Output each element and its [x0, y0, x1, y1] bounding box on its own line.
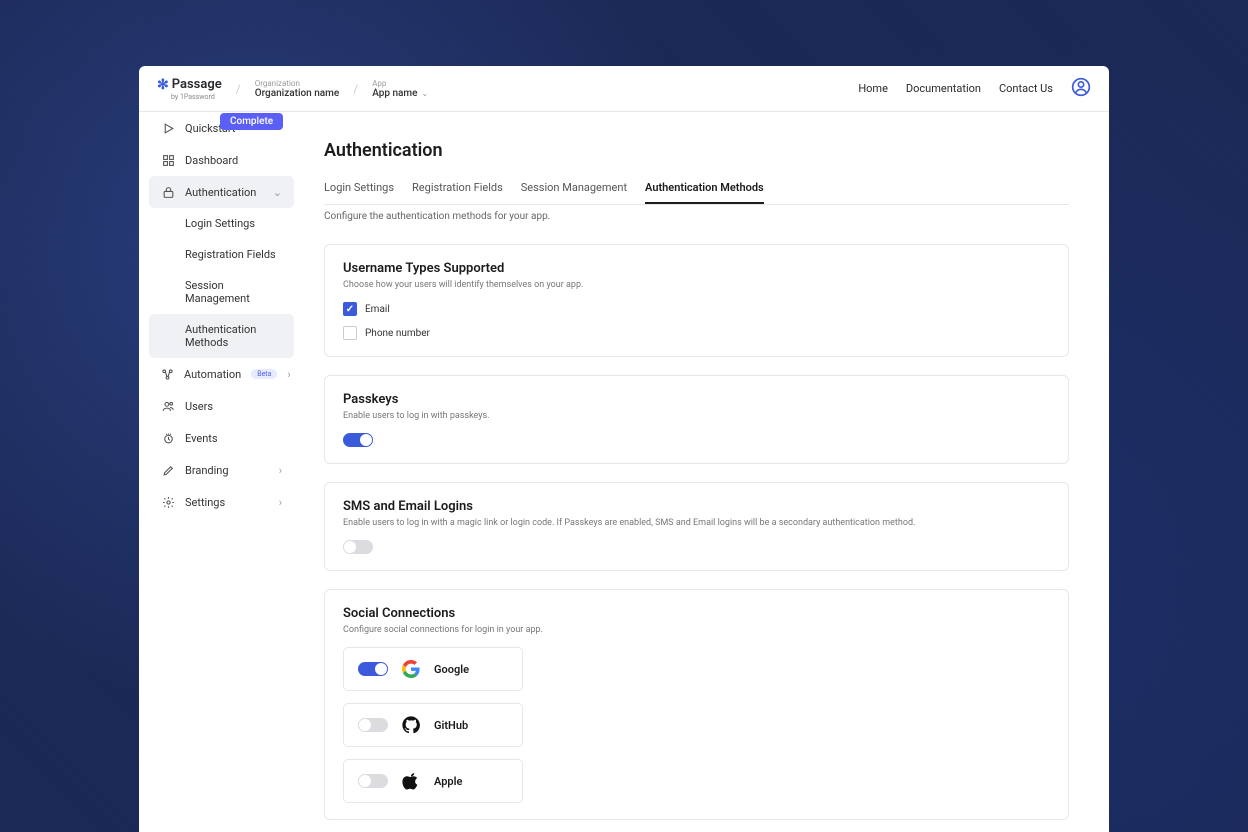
card-username-types: Username Types Supported Choose how your… [324, 244, 1069, 357]
social-row-apple[interactable]: Apple [343, 759, 523, 803]
automation-icon [161, 367, 174, 381]
topbar-right: Home Documentation Contact Us [858, 77, 1091, 101]
sidebar-sub-authentication-methods[interactable]: Authentication Methods [149, 314, 294, 358]
sidebar-label: Automation [184, 368, 241, 381]
org-label: Organization [255, 79, 340, 88]
card-passkeys: Passkeys Enable users to log in with pas… [324, 375, 1069, 464]
sidebar-item-settings[interactable]: Settings › [149, 486, 294, 518]
chevron-right-icon: › [287, 368, 290, 381]
google-icon [402, 660, 420, 678]
tab-registration-fields[interactable]: Registration Fields [412, 181, 503, 204]
toggle-google[interactable] [358, 662, 388, 676]
social-label-apple: Apple [434, 775, 462, 788]
social-row-github[interactable]: GitHub [343, 703, 523, 747]
checkbox-email[interactable] [343, 302, 357, 316]
card-title: SMS and Email Logins [343, 499, 1050, 514]
nav-docs[interactable]: Documentation [906, 82, 981, 95]
card-title: Username Types Supported [343, 261, 1050, 276]
main-content: Authentication Login Settings Registrati… [304, 112, 1109, 832]
breadcrumb-org[interactable]: Organization Organization name [255, 79, 340, 99]
logo-mark-icon: ✻ [157, 77, 169, 93]
check-label-email: Email [365, 304, 390, 315]
brand-name: Passage [172, 77, 222, 92]
sidebar: Quickstart Dashboard Authentication ⌄ Lo… [139, 112, 304, 832]
breadcrumb-separator: / [353, 82, 358, 96]
app-body: Quickstart Dashboard Authentication ⌄ Lo… [139, 112, 1109, 832]
nav-home[interactable]: Home [858, 82, 888, 95]
sidebar-label: Authentication [185, 186, 256, 199]
card-desc: Configure social connections for login i… [343, 625, 1050, 635]
apple-icon [402, 772, 420, 790]
status-badge-complete: Complete [220, 113, 283, 130]
clock-icon [161, 431, 175, 445]
card-sms-email: SMS and Email Logins Enable users to log… [324, 482, 1069, 571]
tab-login-settings[interactable]: Login Settings [324, 181, 394, 204]
check-row-email: Email [343, 302, 1050, 316]
social-label-github: GitHub [434, 719, 468, 732]
card-desc: Enable users to log in with a magic link… [343, 518, 1050, 528]
brush-icon [161, 463, 175, 477]
toggle-apple[interactable] [358, 774, 388, 788]
sidebar-sub-registration-fields[interactable]: Registration Fields [149, 239, 294, 270]
social-row-google[interactable]: Google [343, 647, 523, 691]
sidebar-subitems-auth: Login Settings Registration Fields Sessi… [149, 208, 294, 358]
sidebar-label: Settings [185, 496, 225, 509]
breadcrumb-separator: / [236, 82, 241, 96]
sidebar-label: Branding [185, 464, 229, 477]
page-title: Authentication [324, 140, 1069, 161]
card-social: Social Connections Configure social conn… [324, 589, 1069, 820]
check-label-phone: Phone number [365, 328, 430, 339]
app-value: App name [372, 88, 417, 99]
chevron-right-icon: › [279, 496, 282, 509]
toggle-github[interactable] [358, 718, 388, 732]
chevron-down-icon: ⌄ [273, 186, 282, 199]
sidebar-sub-login-settings[interactable]: Login Settings [149, 208, 294, 239]
chevron-down-icon: ⌄ [422, 89, 429, 98]
play-icon [161, 121, 175, 135]
tab-description: Configure the authentication methods for… [324, 211, 1069, 222]
card-title: Passkeys [343, 392, 1050, 407]
breadcrumb-app[interactable]: App App name ⌄ [372, 79, 428, 99]
card-title: Social Connections [343, 606, 1050, 621]
gear-icon [161, 495, 175, 509]
sidebar-item-authentication[interactable]: Authentication ⌄ [149, 176, 294, 208]
sidebar-label: Events [185, 432, 218, 445]
tabs: Login Settings Registration Fields Sessi… [324, 181, 1069, 205]
github-icon [402, 716, 420, 734]
beta-badge: Beta [251, 369, 277, 379]
logo[interactable]: ✻ Passage by 1Password [157, 77, 222, 101]
sidebar-item-automation[interactable]: Automation Beta › [149, 358, 294, 390]
sidebar-label: Users [185, 400, 213, 413]
tab-session-management[interactable]: Session Management [521, 181, 627, 204]
app-window: ✻ Passage by 1Password / Organization Or… [139, 66, 1109, 832]
chevron-right-icon: › [279, 464, 282, 477]
toggle-sms-email[interactable] [343, 540, 373, 554]
app-label: App [372, 79, 428, 88]
topbar-left: ✻ Passage by 1Password / Organization Or… [157, 77, 428, 101]
sidebar-sub-session-management[interactable]: Session Management [149, 270, 294, 314]
avatar-icon[interactable] [1071, 77, 1091, 101]
card-desc: Choose how your users will identify them… [343, 280, 1050, 290]
sidebar-item-events[interactable]: Events [149, 422, 294, 454]
social-label-google: Google [434, 663, 469, 676]
nav-contact[interactable]: Contact Us [999, 82, 1053, 95]
grid-icon [161, 153, 175, 167]
sidebar-item-dashboard[interactable]: Dashboard [149, 144, 294, 176]
brand-subtitle: by 1Password [171, 93, 222, 101]
sidebar-item-branding[interactable]: Branding › [149, 454, 294, 486]
topbar: ✻ Passage by 1Password / Organization Or… [139, 66, 1109, 112]
toggle-passkeys[interactable] [343, 433, 373, 447]
lock-icon [161, 185, 175, 199]
card-desc: Enable users to log in with passkeys. [343, 411, 1050, 421]
check-row-phone: Phone number [343, 326, 1050, 340]
sidebar-label: Dashboard [185, 154, 238, 167]
tab-authentication-methods[interactable]: Authentication Methods [645, 181, 764, 204]
checkbox-phone[interactable] [343, 326, 357, 340]
sidebar-item-users[interactable]: Users [149, 390, 294, 422]
org-value: Organization name [255, 88, 340, 99]
users-icon [161, 399, 175, 413]
